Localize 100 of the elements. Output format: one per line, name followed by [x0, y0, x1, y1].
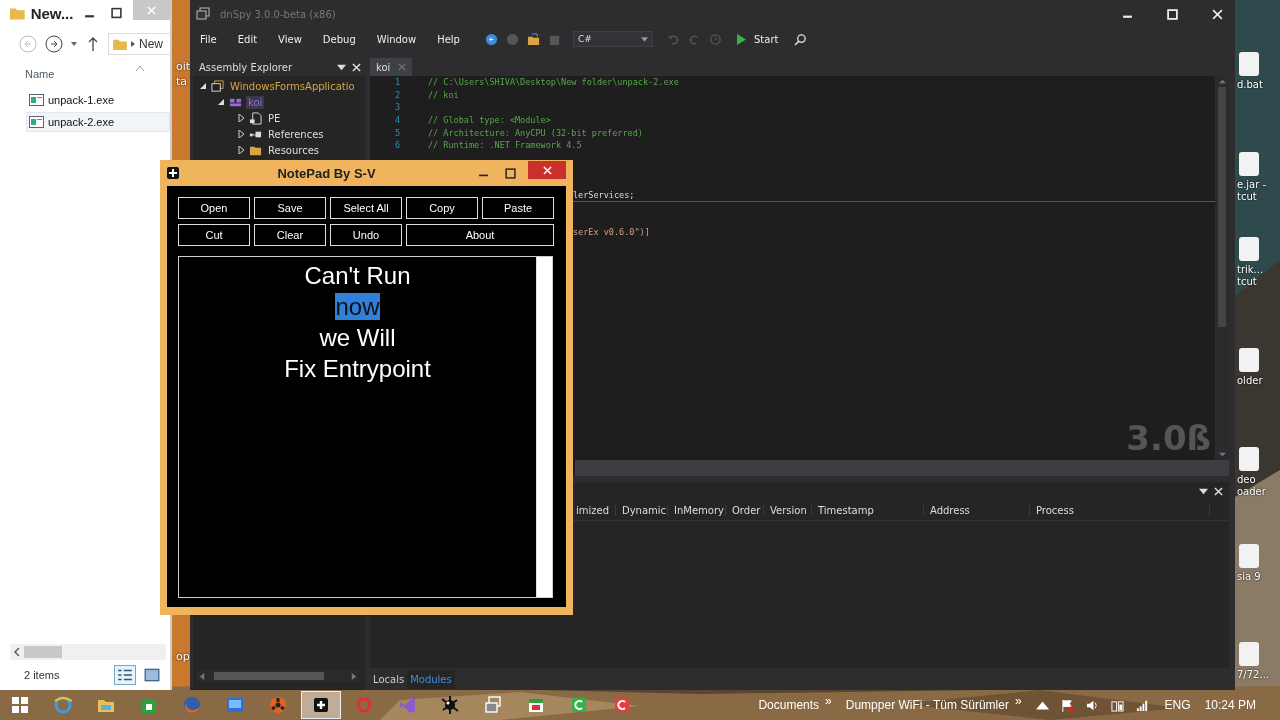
- editor-text: Fix Entrypoint: [284, 355, 431, 382]
- expanded-arrow-icon[interactable]: [217, 98, 225, 106]
- menu-item[interactable]: Window: [376, 33, 417, 45]
- desktop-icon-label[interactable]: 7/72...: [1237, 669, 1280, 681]
- column-header[interactable]: InMemory: [668, 504, 726, 516]
- horizontal-scrollbar[interactable]: [575, 460, 1229, 476]
- file-list-row[interactable]: unpack-2.exe: [26, 112, 170, 132]
- collapsed-arrow-icon[interactable]: [237, 130, 245, 138]
- details-view-icon[interactable]: [114, 665, 136, 685]
- text-button[interactable]: Clear: [254, 224, 326, 246]
- flag-icon[interactable]: [1060, 698, 1074, 712]
- back-icon[interactable]: [485, 32, 498, 46]
- panel-tab[interactable]: Modules: [407, 669, 455, 689]
- scroll-left-icon[interactable]: [14, 647, 20, 657]
- desktop-icon-label[interactable]: tcut: [1237, 191, 1280, 203]
- line-number: 5: [393, 127, 400, 138]
- address-bar[interactable]: New: [108, 33, 170, 55]
- tree-item[interactable]: WindowsFormsApplicatio: [228, 79, 357, 93]
- maximize-icon[interactable]: [505, 167, 516, 179]
- toolbar-label[interactable]: Documents: [758, 698, 820, 712]
- open-folder-icon[interactable]: [527, 32, 540, 46]
- horizontal-scrollbar[interactable]: [197, 670, 359, 682]
- toolbar-label[interactable]: »: [1014, 694, 1022, 708]
- column-header[interactable]: Order: [726, 504, 764, 516]
- collapsed-arrow-icon[interactable]: [237, 146, 245, 154]
- close-button[interactable]: [528, 161, 566, 179]
- line-number: 6: [393, 140, 400, 151]
- vertical-scrollbar[interactable]: [1215, 76, 1229, 460]
- plus-square-icon: [167, 167, 179, 179]
- battery-icon[interactable]: [1110, 698, 1124, 712]
- forward-icon[interactable]: [44, 34, 64, 54]
- text-button[interactable]: Undo: [330, 224, 402, 246]
- scroll-down-icon[interactable]: [1218, 451, 1226, 458]
- search-icon[interactable]: [794, 32, 808, 46]
- vertical-scrollbar[interactable]: [536, 257, 552, 597]
- code-text: serEx v0.6.0")]: [573, 227, 650, 238]
- collapsed-arrow-icon[interactable]: [237, 114, 245, 122]
- start-button[interactable]: Start: [736, 33, 779, 45]
- desktop-icon-label[interactable]: sia 9: [1237, 571, 1280, 583]
- exe-file-icon: [29, 116, 44, 128]
- desktop-icon-label[interactable]: older: [1237, 375, 1280, 387]
- text-button[interactable]: Copy: [406, 197, 478, 219]
- toolbar-label[interactable]: Dumpper WiFi - Tüm Sürümler: [845, 698, 1009, 712]
- scroll-up-icon[interactable]: [1218, 78, 1226, 85]
- plus-square-icon[interactable]: [301, 691, 341, 719]
- desktop-icon-label[interactable]: oader: [1237, 486, 1280, 498]
- text-button[interactable]: About: [406, 224, 554, 246]
- text-area[interactable]: Can't Run now we Will Fix Entrypoint: [178, 256, 553, 598]
- text-button[interactable]: Save: [254, 197, 326, 219]
- play-icon: [736, 33, 746, 45]
- desktop-icon-label[interactable]: deo: [1237, 474, 1280, 486]
- desktop-icon-label[interactable]: tcut: [1237, 276, 1280, 288]
- file-list-row[interactable]: unpack-1.exe: [26, 90, 170, 110]
- text-button[interactable]: Open: [178, 197, 250, 219]
- horizontal-scrollbar[interactable]: [10, 644, 166, 660]
- expanded-arrow-icon[interactable]: [199, 82, 207, 90]
- language-dropdown[interactable]: C#: [573, 31, 653, 47]
- signal-icon[interactable]: [1135, 698, 1149, 712]
- text-button[interactable]: Paste: [482, 197, 554, 219]
- panel-tab[interactable]: Locals: [370, 669, 408, 689]
- column-header[interactable]: Address: [924, 504, 1030, 516]
- chevron-icon: [131, 41, 135, 47]
- clock[interactable]: 10:24 PM: [1204, 698, 1256, 712]
- status-text: 2 items: [24, 669, 61, 681]
- editor-text: Can't Run: [304, 262, 411, 289]
- column-header[interactable]: Timestamp: [812, 504, 924, 516]
- scroll-right-icon[interactable]: [350, 672, 357, 680]
- language-indicator[interactable]: ENG: [1164, 698, 1191, 712]
- column-header[interactable]: Dynamic: [616, 504, 668, 516]
- dropdown-caret-icon[interactable]: [70, 40, 78, 48]
- tree-item[interactable]: References: [266, 127, 326, 141]
- up-arrow-icon[interactable]: [88, 37, 98, 51]
- toolbar-label[interactable]: »: [825, 694, 832, 708]
- menu-item[interactable]: File: [200, 33, 217, 45]
- document-tab[interactable]: koi: [370, 58, 413, 76]
- desktop-icon-label[interactable]: d.bat: [1237, 79, 1280, 91]
- menu-item[interactable]: Help: [437, 33, 460, 45]
- code-text: lerServices;: [573, 189, 635, 200]
- tree-item[interactable]: PE: [266, 111, 283, 125]
- column-header[interactable]: Process: [1030, 504, 1210, 516]
- text-button[interactable]: Cut: [178, 224, 250, 246]
- text-button[interactable]: Select All: [330, 197, 402, 219]
- column-header[interactable]: Version: [764, 504, 812, 516]
- thumbnail-view-icon[interactable]: [142, 666, 162, 684]
- menu-item[interactable]: Edit: [237, 33, 258, 45]
- dropdown-caret-icon[interactable]: [1199, 486, 1208, 496]
- windows-stack-icon: [196, 7, 210, 21]
- tree-item[interactable]: Resources: [266, 143, 322, 157]
- assembly-icon: [211, 79, 224, 93]
- dropdown-caret-icon[interactable]: [337, 62, 346, 72]
- column-header[interactable]: Name: [25, 68, 136, 80]
- line-number: 4: [393, 115, 400, 126]
- maximize-icon[interactable]: [111, 7, 123, 19]
- sort-caret-icon: [136, 65, 144, 71]
- code-comment: // Runtime: .NET Framework 4.5: [428, 140, 582, 151]
- menu-item[interactable]: View: [278, 33, 302, 45]
- line-number: 3: [393, 102, 400, 113]
- menu-item[interactable]: Debug: [322, 33, 356, 45]
- desktop-icon-label[interactable]: e.jar -: [1237, 179, 1280, 191]
- desktop-icon-label[interactable]: trik...: [1237, 264, 1280, 276]
